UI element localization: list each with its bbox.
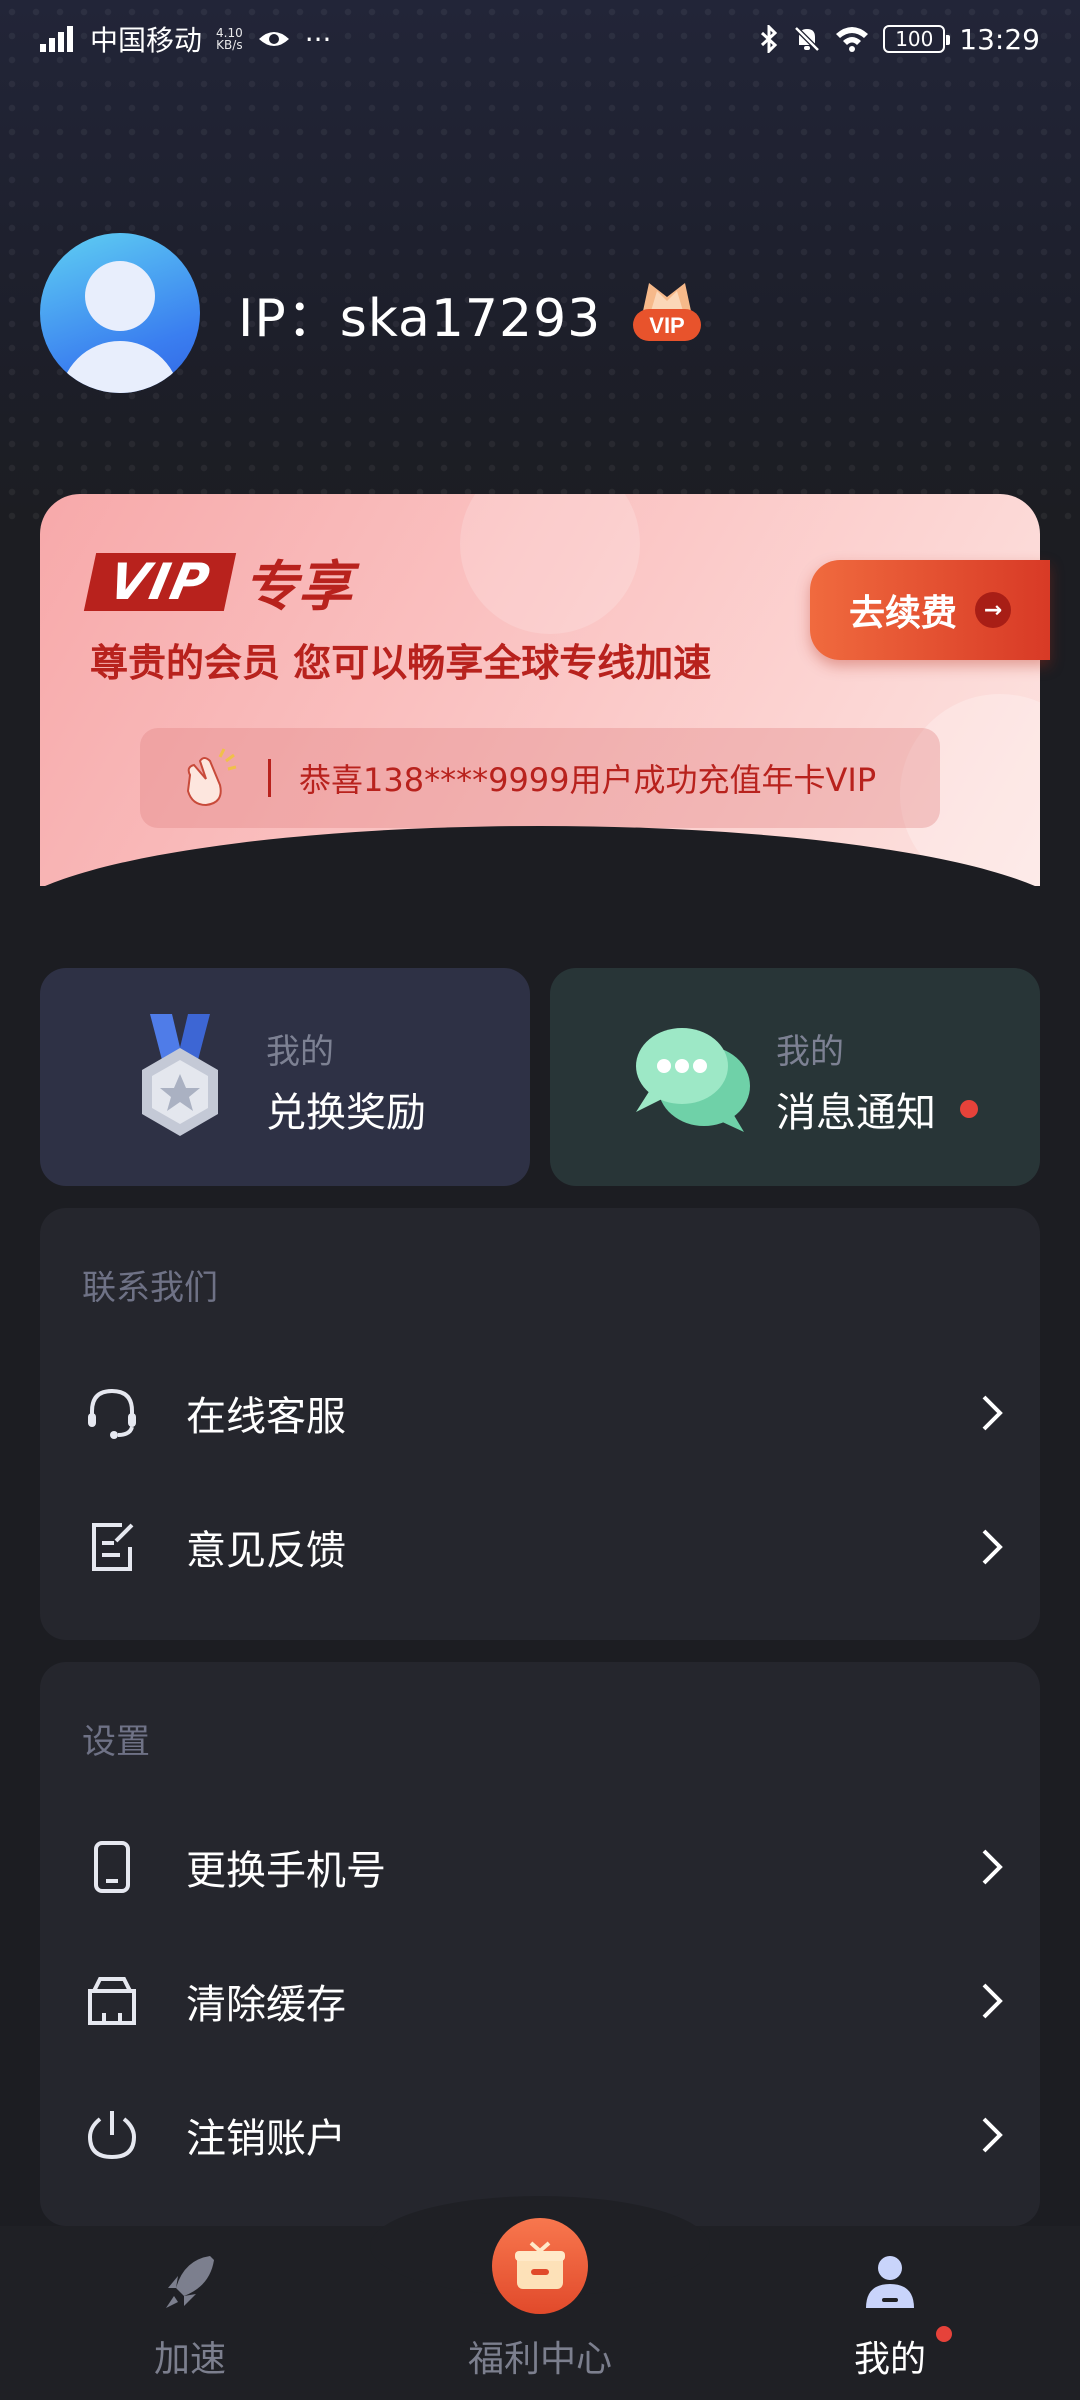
unread-dot (960, 1100, 978, 1118)
clear-cache-icon (88, 1977, 136, 2025)
renew-button-label: 去续费 (848, 593, 957, 634)
menu-item-online-service[interactable]: 在线客服 (40, 1358, 1040, 1468)
signal-icon (40, 26, 73, 52)
phone-icon (94, 1841, 130, 1893)
chevron-right-icon (982, 1849, 1003, 1885)
nav-mine-label: 我的 (853, 2339, 926, 2380)
wifi-icon (836, 27, 869, 52)
nav-welfare-center[interactable]: 福利中心 (430, 2330, 650, 2382)
chat-bubbles-icon (636, 1028, 750, 1132)
status-bar-right: 100 13:29 (759, 23, 1040, 56)
settings-section-title: 设置 (82, 1722, 150, 1762)
clock: 13:29 (959, 22, 1040, 56)
status-bar-left: 中国移动 4.10 KB/s ··· (40, 19, 331, 59)
power-icon (87, 2111, 137, 2160)
menu-item-change-phone[interactable]: 更换手机号 (40, 1812, 1040, 1922)
battery-indicator: 100 (883, 25, 951, 53)
nav-accelerate[interactable]: 加速 (80, 2330, 300, 2382)
more-status-icon: ··· (304, 22, 332, 56)
vip-crown-icon: VIP (633, 283, 702, 341)
chevron-right-icon (982, 1983, 1003, 2019)
menu-item-delete-account[interactable]: 注销账户 (40, 2080, 1040, 2190)
bluetooth-icon (761, 25, 778, 53)
chevron-right-icon (982, 1529, 1003, 1565)
menu-item-label: 在线客服 (186, 1394, 346, 1440)
rocket-icon (166, 2256, 214, 2308)
clap-icon (186, 748, 237, 807)
menu-item-label: 更换手机号 (186, 1848, 386, 1894)
network-speed: 4.10 KB/s (216, 26, 243, 52)
redeem-rewards-card[interactable]: 我的 兑换奖励 (40, 968, 530, 1186)
user-icon (866, 2256, 914, 2308)
message-notifications-card[interactable]: 我的 消息通知 (550, 968, 1040, 1186)
contact-section: 联系我们 在线客服 意见反馈 (40, 1208, 1040, 1640)
mute-bell-icon (794, 26, 821, 52)
redeem-rewards-label: 兑换奖励 (266, 1090, 426, 1136)
feedback-icon (92, 1523, 134, 1571)
vip-title-label: 专享 (243, 555, 352, 618)
nav-welfare-center-label: 福利中心 (467, 2339, 612, 2380)
menu-item-label: 注销账户 (186, 2116, 346, 2162)
vip-subtitle: 尊贵的会员 您可以畅享全球专线加速 (90, 641, 712, 685)
recharge-notice-text: 恭喜138****9999用户成功充值年卡VIP (299, 761, 877, 799)
settings-section: 设置 更换手机号 清除缓存 注销账户 (40, 1662, 1040, 2226)
carrier-name: 中国移动 (90, 24, 203, 57)
message-notifications-caption: 我的 (776, 1032, 844, 1072)
avatar[interactable] (40, 233, 200, 393)
headset-icon (88, 1388, 136, 1439)
nav-mine[interactable]: 我的 (780, 2330, 1000, 2382)
vip-title: VIP 专享 (83, 542, 352, 621)
vip-title-box: VIP (83, 552, 237, 611)
nav-mine-unread-dot (936, 2326, 952, 2342)
gift-icon (515, 2241, 565, 2289)
arrow-right-icon: → (975, 592, 1011, 628)
nav-accelerate-label: 加速 (153, 2339, 226, 2380)
medal-icon (142, 1014, 218, 1136)
profile-name: IP：ska17293 (238, 288, 602, 349)
chevron-right-icon (982, 1395, 1003, 1431)
welfare-center-button[interactable] (492, 2218, 588, 2314)
redeem-rewards-caption: 我的 (266, 1032, 334, 1072)
vip-card: VIP 专享 尊贵的会员 您可以畅享全球专线加速 恭喜138****9999用户… (40, 494, 1040, 886)
menu-item-clear-cache[interactable]: 清除缓存 (40, 1946, 1040, 2056)
menu-item-label: 清除缓存 (186, 1982, 346, 2028)
renew-button[interactable]: 去续费 → (810, 560, 1050, 660)
chevron-right-icon (982, 2117, 1003, 2153)
recharge-notice: 恭喜138****9999用户成功充值年卡VIP (140, 728, 940, 828)
svg-text:VIP: VIP (650, 313, 685, 338)
menu-item-feedback[interactable]: 意见反馈 (40, 1492, 1040, 1602)
eye-icon (258, 32, 289, 46)
profile-header[interactable]: IP：ska17293 VIP (40, 233, 705, 393)
message-notifications-label: 消息通知 (776, 1090, 936, 1136)
contact-section-title: 联系我们 (82, 1268, 218, 1308)
status-bar: 中国移动 4.10 KB/s ··· 100 13:29 (0, 0, 1080, 78)
menu-item-label: 意见反馈 (186, 1528, 346, 1574)
